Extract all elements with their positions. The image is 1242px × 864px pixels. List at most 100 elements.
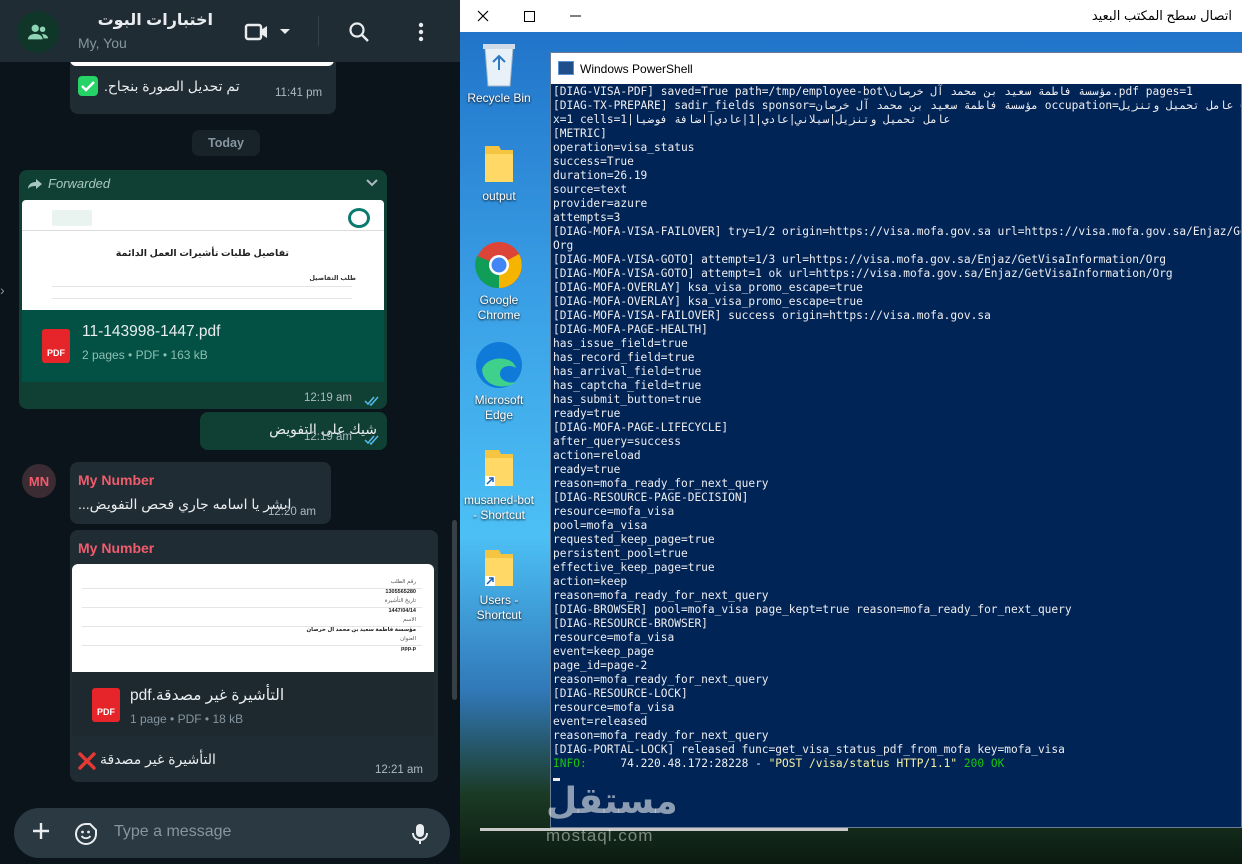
console-line: [DIAG-MOFA-PAGE-HEALTH] [553,323,708,336]
message-bubble[interactable]: My Number ابشر يا اسامه جاري فحص التفويض… [70,462,331,524]
search-button[interactable] [345,18,373,46]
console-line: persistent_pool=true [553,547,688,560]
log-address: 74.220.48.172:28228 - [620,757,769,770]
group-name[interactable]: اختبارات البوت [78,10,213,30]
desktop-icon-users-shortcut[interactable]: Users - Shortcut [461,546,537,623]
console-line: reason=mofa_ready_for_next_query [553,673,769,686]
close-icon [477,10,489,22]
message-input[interactable]: Type a message [114,823,231,841]
pdf-preview[interactable]: رقم الطلب 1305565280 تاريخ التأشيرة 1447… [72,564,434,672]
pdf-preview[interactable]: تفاصيل طلبات تأشيرات العمل الدائمة طلب ا… [22,200,384,310]
video-call-button[interactable] [242,18,294,46]
console-line: event=keep_page [553,645,655,658]
pdf-file-card[interactable]: PDF التأشيرة غير مصدقة.pdf 1 page • PDF … [72,672,434,736]
pdf-file-card[interactable]: PDF 11-143998-1447.pdf 2 pages • PDF • 1… [22,310,384,382]
console-line: [DIAG-MOFA-VISA-FAILOVER] success origin… [553,309,991,322]
group-members: My, You [78,35,127,51]
console-line: [METRIC] [553,127,607,140]
console-line: has_captcha_field=true [553,379,702,392]
message-list[interactable]: تم تحديل الصورة بنجاح. 11:41 pm Today Fo… [0,62,460,802]
sender-name[interactable]: My Number [78,472,154,488]
rdp-titlebar[interactable]: اتصال سطح المكتب البعيد [460,0,1242,32]
chat-header[interactable]: اختبارات البوت My, You [0,0,460,62]
pdf-icon: PDF [42,329,70,363]
powershell-titlebar[interactable]: Windows PowerShell [551,53,1242,84]
divider [52,298,352,299]
preview-fields: رقم الطلب 1305565280 تاريخ التأشيرة 1447… [306,578,416,654]
message-bubble[interactable]: تم تحديل الصورة بنجاح. 11:41 pm [70,62,336,114]
header-divider [318,16,319,46]
desktop-icon-edge[interactable]: Microsoft Edge [461,340,537,423]
console-line: has_arrival_field=true [553,365,702,378]
collapse-arrow-icon[interactable]: › [0,282,5,298]
message-text: تم تحديل الصورة بنجاح. [104,78,240,94]
console-line: [DIAG-PORTAL-LOCK] released func=get_vis… [553,743,1065,756]
avatar[interactable]: MN [22,464,56,498]
divider [82,626,422,627]
console-lines: [DIAG-VISA-PDF] saved=True path=/tmp/emp… [553,85,1241,757]
image-preview-edge [70,62,334,66]
icon-label: output [482,189,516,203]
desktop-icon-output[interactable]: output [461,142,537,204]
icon-label: musaned-bot - Shortcut [463,493,535,522]
minimize-button[interactable] [552,0,598,32]
console-line: action=reload [553,449,641,462]
horizontal-scrollbar[interactable] [480,828,848,831]
powershell-window[interactable]: Windows PowerShell [DIAG-VISA-PDF] saved… [550,52,1242,828]
group-avatar[interactable] [17,11,59,53]
console-line: requested_keep_page=true [553,533,715,546]
message-text: ابشر يا اسامه جاري فحص التفويض... [78,496,292,512]
sender-name[interactable]: My Number [78,540,154,556]
desktop-icon-chrome[interactable]: Google Chrome [461,240,537,323]
maximize-icon [523,10,535,22]
console-line: [DIAG-MOFA-VISA-FAILOVER] try=1/2 origin… [553,225,1241,238]
sticker-icon[interactable] [74,822,98,846]
console-line: pool=mofa_visa [553,519,648,532]
console-line: reason=mofa_ready_for_next_query [553,729,769,742]
logo-mark [348,208,370,228]
scrollbar[interactable] [452,520,457,700]
console-line: reason=mofa_ready_for_next_query [553,589,769,602]
folder-icon [485,146,513,182]
date-divider: Today [192,130,260,156]
desktop-icon-recycle-bin[interactable]: Recycle Bin [461,40,537,106]
console-line: has_record_field=true [553,351,695,364]
icon-label: Google Chrome [477,293,521,322]
console-line: event=released [553,715,648,728]
file-name: 11-143998-1447.pdf [82,323,221,340]
forwarded-file-message[interactable]: Forwarded تفاصيل طلبات تأشيرات العمل الد… [19,170,387,409]
file-meta: 1 page • PDF • 18 kB [130,712,244,726]
plus-icon[interactable] [30,820,52,842]
menu-button[interactable] [408,18,434,46]
double-check-icon [364,396,379,406]
maximize-button[interactable] [506,0,552,32]
log-request: "POST /visa/status HTTP/1.1" [768,757,958,770]
file-message[interactable]: My Number رقم الطلب 1305565280 تاريخ الت… [70,530,438,782]
watermark: مستقل [546,780,678,821]
console-line: success=True [553,155,634,168]
console-output[interactable]: [DIAG-VISA-PDF] saved=True path=/tmp/emp… [553,84,1241,822]
preview-line: العنوان [400,636,416,642]
console-line: ready=true [553,463,621,476]
console-line: after_query=success [553,435,681,448]
message-bubble[interactable]: شيك على التفويض 12:19 am [200,412,387,450]
close-button[interactable] [460,0,506,32]
file-meta: 2 pages • PDF • 163 kB [82,348,208,362]
message-caption: التأشيرة غير مصدقة [100,751,216,767]
console-line: resource=mofa_visa [553,701,675,714]
mic-icon[interactable] [410,822,430,846]
console-line: operation=visa_status [553,141,695,154]
menu-icon [418,22,424,42]
desktop-icon-musaned-bot-shortcut[interactable]: musaned-bot - Shortcut [461,446,537,523]
icon-label: Users - Shortcut [476,593,522,622]
recycle-bin-icon [483,44,515,87]
search-icon [349,22,369,42]
console-line: effective_keep_page=true [553,561,715,574]
chevron-down-icon[interactable] [365,178,379,188]
check-icon [78,76,98,96]
file-name: التأشيرة غير مصدقة.pdf [130,687,285,704]
divider [82,607,422,608]
preview-title: تفاصيل طلبات تأشيرات العمل الدائمة [115,248,289,259]
folder-shortcut-icon [485,450,513,486]
console-line: [DIAG-MOFA-VISA-GOTO] attempt=1/3 url=ht… [553,253,1166,266]
